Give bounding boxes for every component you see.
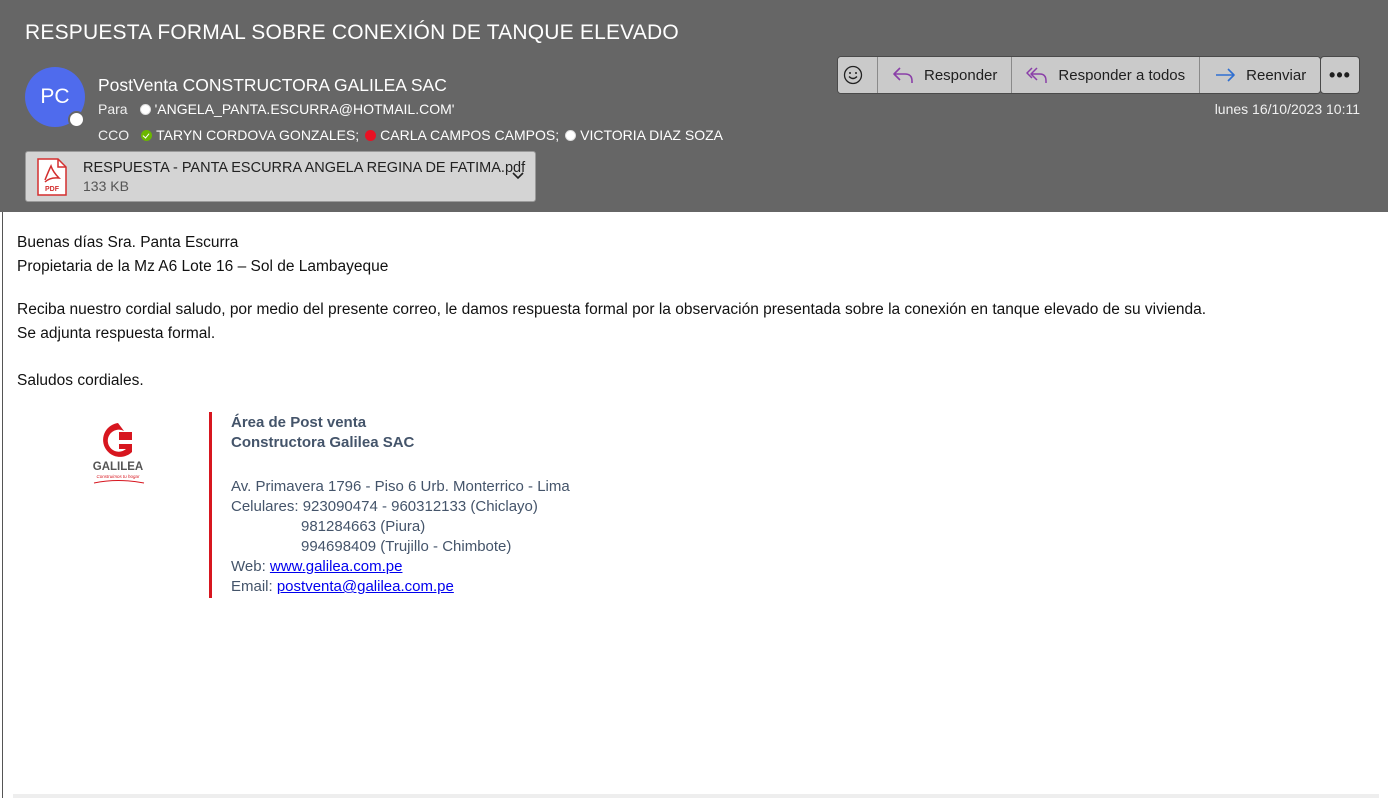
forward-icon <box>1216 68 1235 82</box>
more-icon: ••• <box>1329 64 1351 85</box>
pdf-file-icon: PDF <box>37 157 67 196</box>
avatar-presence-icon <box>68 111 85 128</box>
presence-offline-icon <box>139 103 151 115</box>
email-body: Buenas días Sra. Panta Escurra Propietar… <box>2 212 1388 798</box>
signature-phones: 981284663 (Piura) <box>231 518 425 535</box>
web-label: Web: <box>231 558 270 575</box>
to-line: Para 'ANGELA_PANTA.ESCURRA@HOTMAIL.COM' <box>98 101 460 117</box>
cco-label: CCO <box>98 127 130 143</box>
to-recipient[interactable]: 'ANGELA_PANTA.ESCURRA@HOTMAIL.COM' <box>155 101 455 117</box>
phones-value: 981284663 (Piura) <box>301 518 426 535</box>
svg-text:GALILEA: GALILEA <box>93 461 143 473</box>
email-label: Email: <box>231 578 277 595</box>
signature-phones: Celulares: 923090474 - 960312133 (Chicla… <box>231 498 538 515</box>
signature-web: Web: www.galilea.com.pe <box>231 558 402 575</box>
reaction-button[interactable] <box>838 57 878 93</box>
svg-text:Construimos tu hogar: Construimos tu hogar <box>96 474 140 479</box>
body-paragraph: Se adjunta respuesta formal. <box>17 325 216 342</box>
signature-company: Constructora Galilea SAC <box>231 434 415 451</box>
presence-offline-icon <box>565 129 577 141</box>
email-subject: RESPUESTA FORMAL SOBRE CONEXIÓN DE TANQU… <box>25 21 679 44</box>
signature-phones: 994698409 (Trujillo - Chimbote) <box>231 538 511 555</box>
body-greeting: Buenas días Sra. Panta Escurra <box>17 234 239 251</box>
body-paragraph: Reciba nuestro cordial saludo, por medio… <box>17 301 1207 318</box>
email-header: RESPUESTA FORMAL SOBRE CONEXIÓN DE TANQU… <box>0 0 1388 212</box>
sender-name[interactable]: PostVenta CONSTRUCTORA GALILEA SAC <box>98 75 447 96</box>
signature-department: Área de Post venta <box>231 414 367 431</box>
signature-divider <box>209 412 212 598</box>
phones-label: Celulares: <box>231 498 303 515</box>
horizontal-scrollbar[interactable] <box>13 794 1379 798</box>
email-link[interactable]: postventa@galilea.com.pe <box>277 578 454 595</box>
smiley-icon <box>843 65 862 85</box>
received-date: lunes 16/10/2023 10:11 <box>1214 101 1360 117</box>
web-link[interactable]: www.galilea.com.pe <box>270 558 403 575</box>
to-label: Para <box>98 101 128 117</box>
signature-email: Email: postventa@galilea.com.pe <box>231 578 454 595</box>
avatar-initials: PC <box>40 85 70 108</box>
reply-icon <box>893 67 913 83</box>
reply-button[interactable]: Responder <box>878 57 1013 93</box>
galilea-logo: GALILEA Construimos tu hogar <box>93 423 145 484</box>
cco-line: CCO TARYN CORDOVA GONZALES; CARLA CAMPOS… <box>98 127 729 143</box>
reply-all-label: Responder a todos <box>1058 66 1186 84</box>
phones-value: 994698409 (Trujillo - Chimbote) <box>301 538 512 555</box>
reply-all-icon <box>1026 67 1048 83</box>
attachment-size: 133 KB <box>83 177 129 194</box>
cco-recipient[interactable]: CARLA CAMPOS CAMPOS; <box>380 127 559 143</box>
presence-busy-icon <box>365 129 377 141</box>
presence-available-icon <box>141 129 153 141</box>
chevron-down-icon[interactable] <box>511 168 525 182</box>
reply-label: Responder <box>924 66 998 84</box>
cco-recipient[interactable]: TARYN CORDOVA GONZALES; <box>156 127 359 143</box>
phones-value: 923090474 - 960312133 (Chiclayo) <box>302 498 538 515</box>
svg-text:PDF: PDF <box>45 186 60 193</box>
body-closing: Saludos cordiales. <box>17 372 144 389</box>
body-line: Propietaria de la Mz A6 Lote 16 – Sol de… <box>17 258 389 275</box>
more-actions-button[interactable]: ••• <box>1320 56 1360 94</box>
forward-button[interactable]: Reenviar <box>1200 57 1321 93</box>
signature-address: Av. Primavera 1796 - Piso 6 Urb. Monterr… <box>231 478 570 495</box>
forward-label: Reenviar <box>1246 66 1307 84</box>
attachment-name: RESPUESTA - PANTA ESCURRA ANGELA REGINA … <box>83 159 526 176</box>
cco-recipient[interactable]: VICTORIA DIAZ SOZA <box>580 127 723 143</box>
message-actions-toolbar: Responder Responder a todos Reenviar <box>837 56 1322 94</box>
attachment-card[interactable]: PDF RESPUESTA - PANTA ESCURRA ANGELA REG… <box>25 151 536 202</box>
reply-all-button[interactable]: Responder a todos <box>1012 57 1201 93</box>
